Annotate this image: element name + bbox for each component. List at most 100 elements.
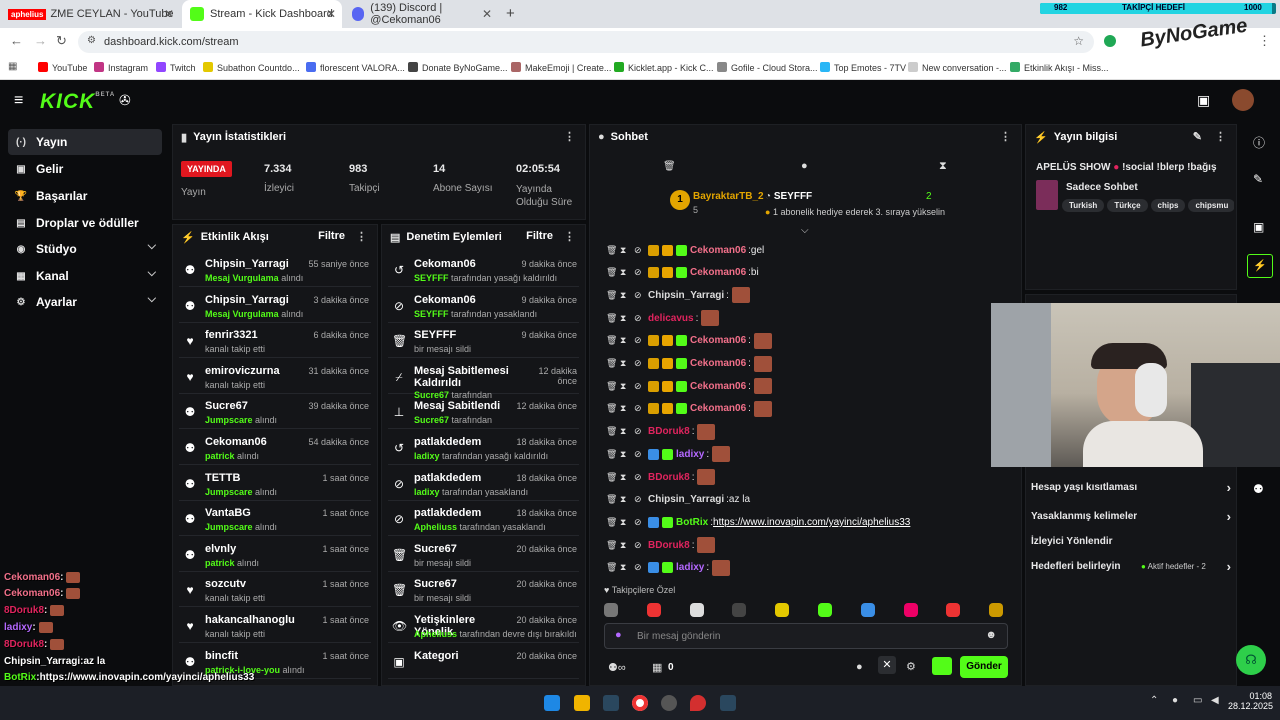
chat-username[interactable]: Cekoman06 (690, 358, 746, 369)
tab-kick-dashboard[interactable]: Stream - Kick Dashboard ✕ (182, 0, 342, 28)
emote-option-icon[interactable] (989, 603, 1004, 617)
setting-account-age[interactable]: Hesap yaşı kısıtlaması › (1031, 480, 1231, 498)
chat-message[interactable]: 🗑 ⧗ ⊘ BDoruk8: (606, 422, 716, 442)
sidebar-item-basarilar[interactable]: 🏆 Başarılar (8, 183, 162, 209)
edit-pencil-icon[interactable]: ✎ (1253, 172, 1263, 186)
activity-row[interactable]: ⚉ Cekoman06 patrick alındı 54 dakika önce (179, 431, 371, 465)
moderation-row[interactable]: ⌿ Mesaj Sabitlemesi Kaldırıldı Sucre67 tar… (388, 360, 579, 400)
activity-row[interactable]: ⚉ Chipsin_Yarragi Mesaj Vurgulama alındı 55… (179, 253, 371, 287)
chat-message[interactable]: 🗑 ⧗ ⊘ BotRix: https://www.inovapin.com/yayi… (606, 512, 910, 532)
delete-message-icon[interactable]: 🗑 (606, 403, 617, 414)
chat-username[interactable]: Cekoman06 (690, 267, 746, 278)
info-icon[interactable]: ⓘ (1253, 134, 1265, 151)
edit-pencil-icon[interactable]: ✎ (1193, 130, 1202, 143)
ban-icon[interactable]: ⊘ (634, 403, 642, 414)
emoji-icon[interactable]: ☻ (985, 629, 997, 641)
clock[interactable]: 01:08 28.12.2025 (1228, 691, 1273, 711)
chat-message[interactable]: 🗑 ⧗ ⊘ Chipsin_Yarragi: az la (606, 490, 750, 510)
bookmark-twitch[interactable]: Twitch (156, 62, 196, 73)
network-icon[interactable]: ▭ (1193, 695, 1202, 706)
obs-icon[interactable] (661, 695, 677, 711)
tab-youtube[interactable]: aphelius ZME CEYLAN - YouTube ✕ (0, 0, 180, 28)
support-chat-icon[interactable]: ☊ (1236, 645, 1266, 675)
timeout-icon[interactable]: ⧗ (620, 358, 626, 369)
activity-row[interactable]: ⚉ Sucre67 Jumpscare alındı 39 dakika önce (179, 395, 371, 430)
close-icon[interactable]: ✕ (482, 7, 492, 21)
timeout-icon[interactable]: ⧗ (620, 290, 626, 301)
bookmark-kicklet[interactable]: Kicklet.app - Kick C... (614, 62, 714, 73)
channel-points-icon[interactable]: ⚉∞ (608, 661, 626, 674)
store-icon[interactable]: ▦ (652, 661, 662, 674)
activity-row[interactable]: ⚉ Chipsin_Yarragi Mesaj Vurgulama alındı 3 … (179, 289, 371, 323)
chat-message[interactable]: 🗑 ⧗ ⊘ Cekoman06: (606, 331, 772, 351)
sidebar-item-ayarlar[interactable]: ⚙ Ayarlar ⌵ (8, 289, 162, 315)
activity-row[interactable]: ♥ fenrir3321 kanalı takip etti 6 dakika önc… (179, 324, 371, 359)
bookmark-gofile[interactable]: Gofile - Cloud Stora... (717, 62, 818, 73)
sidebar-item-yayin[interactable]: (·) Yayın (8, 129, 162, 155)
emote-option-icon[interactable] (604, 603, 618, 617)
chat-message[interactable]: 🗑 ⧗ ⊘ BDoruk8: (606, 467, 716, 487)
activity-row[interactable]: ♥ emiroviczurna kanalı takip etti 31 dakika… (179, 360, 371, 394)
more-options-icon[interactable]: ⋮ (1000, 130, 1011, 143)
chat-message[interactable]: 🗑 ⧗ ⊘ BDoruk8: (606, 535, 716, 555)
chat-username[interactable]: BDoruk8 (648, 540, 690, 551)
emote-option-icon[interactable] (818, 603, 832, 617)
timeout-icon[interactable]: ⧗ (620, 245, 626, 256)
ban-icon[interactable]: ⊘ (634, 449, 642, 460)
ban-icon[interactable]: ⊘ (634, 540, 642, 551)
delete-message-icon[interactable]: 🗑 (606, 245, 617, 256)
delete-message-icon[interactable]: 🗑 (606, 426, 617, 437)
delete-message-icon[interactable]: 🗑 (606, 313, 617, 324)
moderation-row[interactable]: 👁 Yetişkinlere Yönelik Apheliuss tarafında… (388, 609, 579, 643)
volume-icon[interactable]: ◀ (1211, 695, 1219, 706)
delete-message-icon[interactable]: 🗑 (606, 267, 617, 278)
timeout-icon[interactable]: ⧗ (620, 426, 626, 437)
chat-link[interactable]: https://www.inovapin.com/yayinci/apheliu… (713, 517, 910, 528)
kick-bot-icon[interactable] (932, 657, 952, 675)
sidebar-item-gelir[interactable]: ▣ Gelir (8, 156, 162, 182)
chat-message[interactable]: 🗑 ⧗ ⊘ Chipsin_Yarragi: (606, 285, 750, 305)
reload-icon[interactable]: ↻ (56, 33, 67, 49)
timeout-icon[interactable]: ⧗ (620, 449, 626, 460)
lightning-icon[interactable]: ⚡ (1247, 254, 1273, 278)
setting-goals[interactable]: Hedefleri belirleyin ● Aktif hedefler - 2… (1031, 559, 1231, 577)
chat-message[interactable]: 🗑 ⧗ ⊘ ladixy: (606, 558, 731, 578)
delete-message-icon[interactable]: 🗑 (606, 358, 617, 369)
timeout-icon[interactable]: ⧗ (620, 267, 626, 278)
ban-icon[interactable]: ⊘ (634, 358, 642, 369)
ban-icon[interactable]: ⊘ (634, 472, 642, 483)
delete-message-icon[interactable]: 🗑 (606, 540, 617, 551)
bookmark-7tv[interactable]: Top Emotes - 7TV (820, 62, 906, 73)
delete-message-icon[interactable]: 🗑 (606, 449, 617, 460)
ban-icon[interactable]: ⊘ (634, 494, 642, 505)
emote-option-icon[interactable] (775, 603, 790, 617)
timeout-icon[interactable]: ⧗ (620, 540, 626, 551)
moderation-row[interactable]: ↺ Cekoman06 SEYFFF tarafından yasağı kaldı… (388, 253, 579, 287)
valorant-icon[interactable] (690, 695, 706, 711)
emote-option-icon[interactable] (732, 603, 747, 617)
sidebar-item-kanal[interactable]: ▦ Kanal ⌵ (8, 263, 162, 289)
chat-username[interactable]: Cekoman06 (690, 403, 746, 414)
back-icon[interactable]: ← (10, 33, 23, 48)
steam-icon[interactable] (603, 695, 619, 711)
browser-menu-icon[interactable]: ⋮ (1258, 33, 1271, 49)
chat-username[interactable]: ladixy (676, 562, 704, 573)
chat-username[interactable]: BotRix (676, 517, 708, 528)
file-explorer-icon[interactable] (574, 695, 590, 711)
moderation-row[interactable]: ▣ Kategori 20 dakika önce (388, 645, 579, 679)
steam-icon[interactable] (720, 695, 736, 711)
timeout-icon[interactable]: ⧗ (620, 472, 626, 483)
chat-message[interactable]: 🗑 ⧗ ⊘ Cekoman06: (606, 354, 772, 374)
chat-username[interactable]: delicavus (648, 313, 694, 324)
filter-button[interactable]: Filtre (526, 230, 553, 242)
chat-message[interactable]: 🗑 ⧗ ⊘ delicavus: (606, 308, 720, 328)
close-icon[interactable]: ✕ (164, 7, 174, 21)
chat-username[interactable]: Chipsin_Yarragi (648, 290, 724, 301)
tag[interactable]: chipsmu (1188, 199, 1234, 212)
bookmark-makeemoji[interactable]: MakeEmoji | Create... (511, 62, 611, 73)
trash-icon[interactable]: 🗑 (663, 161, 676, 172)
chat-username[interactable]: BDoruk8 (648, 472, 690, 483)
delete-message-icon[interactable]: 🗑 (606, 517, 617, 528)
bookmark-donate[interactable]: Donate ByNoGame... (408, 62, 508, 73)
delete-message-icon[interactable]: 🗑 (606, 381, 617, 392)
